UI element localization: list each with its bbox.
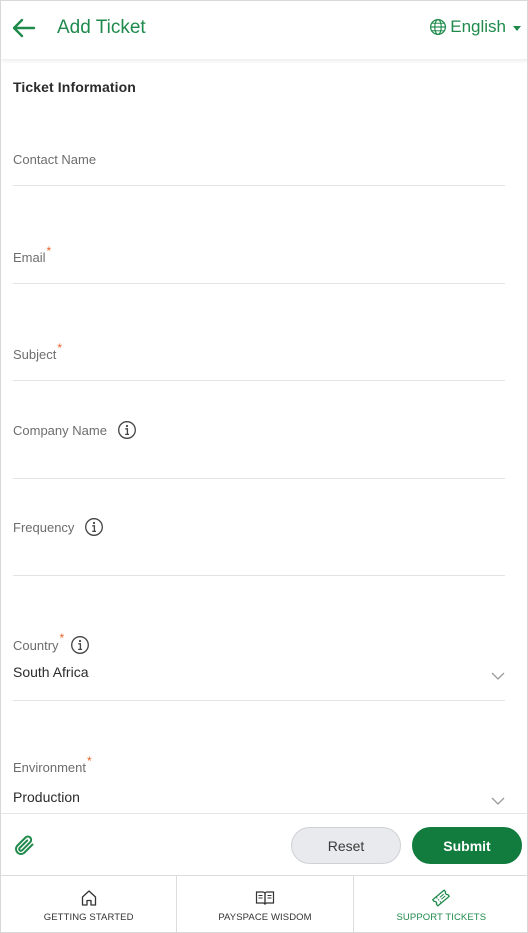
form-action-bar: Reset Submit [1, 813, 527, 875]
required-marker: * [59, 631, 65, 645]
ticket-icon [432, 888, 451, 907]
language-label: English [450, 17, 506, 36]
nav-getting-started[interactable]: GETTING STARTED [1, 876, 178, 932]
info-icon[interactable] [70, 635, 90, 655]
country-label: Country * [13, 631, 90, 655]
submit-button[interactable]: Submit [412, 827, 522, 864]
home-icon [81, 889, 96, 906]
arrow-left-icon [12, 18, 36, 38]
chevron-down-icon[interactable] [491, 671, 505, 681]
app-header: Add Ticket English [1, 1, 527, 59]
frequency-field[interactable]: Frequency [13, 511, 505, 576]
environment-select[interactable]: Environment * Production [13, 754, 505, 813]
contact-name-label: Contact Name [13, 152, 97, 167]
nav-payspace-wisdom[interactable]: PAYSPACE WISDOM [177, 876, 354, 932]
required-marker: * [86, 753, 92, 768]
country-value: South Africa [13, 664, 89, 680]
company-name-label: Company Name [13, 420, 137, 440]
email-field[interactable]: Email * [13, 229, 505, 284]
language-selector[interactable]: English [429, 17, 521, 37]
book-icon [255, 890, 275, 905]
frequency-label: Frequency [13, 517, 104, 537]
required-marker: * [46, 243, 52, 258]
nav-label: SUPPORT TICKETS [396, 911, 487, 923]
country-select[interactable]: Country * South Africa [13, 629, 505, 701]
contact-name-field[interactable]: Contact Name [13, 131, 505, 186]
globe-icon [430, 18, 447, 36]
back-button[interactable] [11, 15, 37, 41]
section-title: Ticket Information [13, 79, 136, 95]
environment-value: Production [13, 789, 80, 805]
caret-down-icon [513, 25, 521, 31]
environment-label: Environment * [13, 753, 92, 776]
app-frame: Add Ticket English Ticket Information Co… [0, 0, 528, 933]
email-label: Email * [13, 243, 52, 266]
info-icon[interactable] [117, 420, 137, 440]
nav-label: PAYSPACE WISDOM [218, 911, 312, 923]
subject-label: Subject * [13, 340, 63, 363]
reset-button[interactable]: Reset [291, 827, 401, 864]
ticket-form: Ticket Information Contact Name Email * S… [1, 59, 527, 813]
chevron-down-icon[interactable] [491, 796, 505, 806]
info-icon[interactable] [84, 517, 104, 537]
required-marker: * [57, 340, 63, 355]
paperclip-icon[interactable] [12, 833, 36, 857]
subject-field[interactable]: Subject * [13, 326, 505, 381]
page-title: Add Ticket [57, 17, 146, 38]
bottom-nav: GETTING STARTED PAYSPACE WISDOM SUPPORT … [1, 875, 527, 932]
company-name-field[interactable]: Company Name [13, 414, 505, 479]
nav-support-tickets[interactable]: SUPPORT TICKETS [354, 876, 527, 932]
nav-label: GETTING STARTED [43, 911, 134, 923]
